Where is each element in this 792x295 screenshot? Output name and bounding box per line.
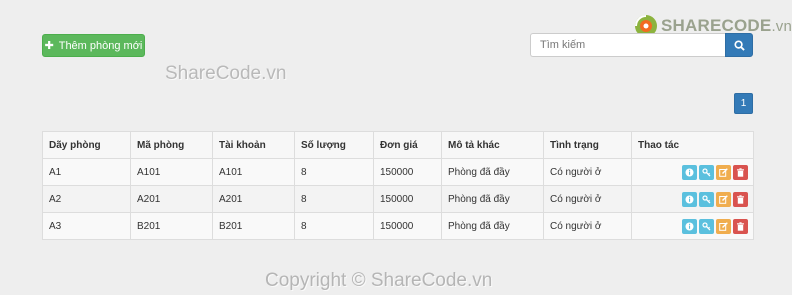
- cell-so-luong: 8: [294, 212, 374, 240]
- cell-mo-ta: Phòng đã đầy: [441, 185, 544, 213]
- cell-day-phong: A3: [42, 212, 131, 240]
- cell-day-phong: A2: [42, 185, 131, 213]
- table-row: A2 A201 A201 8 150000 Phòng đã đầy Có ng…: [42, 185, 754, 213]
- watermark: ShareCode.vn: [165, 63, 287, 84]
- edit-button[interactable]: [716, 191, 731, 207]
- info-button[interactable]: [682, 191, 697, 207]
- search-icon: [733, 39, 745, 51]
- header-thao-tac: Thao tác: [631, 131, 754, 159]
- key-icon: [702, 194, 711, 203]
- cell-actions: [631, 185, 754, 213]
- cell-actions: [631, 212, 754, 240]
- edit-icon: [719, 167, 728, 177]
- cell-ma-phong: B201: [130, 212, 213, 240]
- cell-so-luong: 8: [294, 185, 374, 213]
- cell-ma-phong: A101: [130, 158, 213, 186]
- edit-icon: [719, 194, 728, 204]
- footer-copyright: Copyright © ShareCode.vn: [265, 270, 493, 291]
- trash-icon: [737, 221, 744, 231]
- delete-button[interactable]: [733, 218, 748, 234]
- table-row: A3 B201 B201 8 150000 Phòng đã đầy Có ng…: [42, 212, 754, 240]
- info-button[interactable]: [682, 218, 697, 234]
- search-input[interactable]: [530, 33, 725, 57]
- edit-icon: [719, 221, 728, 231]
- cell-tinh-trang: Có người ở: [543, 185, 632, 213]
- key-icon: [702, 221, 711, 230]
- table-header-row: Dãy phòng Mã phòng Tài khoản Số lượng Đơ…: [42, 131, 754, 159]
- rooms-table: Dãy phòng Mã phòng Tài khoản Số lượng Đơ…: [42, 131, 754, 240]
- header-don-gia: Đơn giá: [373, 131, 442, 159]
- header-day-phong: Dãy phòng: [42, 131, 131, 159]
- add-room-button[interactable]: ✚ Thêm phòng mới: [42, 34, 145, 57]
- logo-suffix: .vn: [771, 18, 792, 35]
- cell-mo-ta: Phòng đã đầy: [441, 158, 544, 186]
- cell-ma-phong: A201: [130, 185, 213, 213]
- cell-mo-ta: Phòng đã đầy: [441, 212, 544, 240]
- plus-icon: ✚: [44, 40, 54, 52]
- key-button[interactable]: [699, 191, 714, 207]
- add-room-label: Thêm phòng mới: [58, 40, 143, 52]
- table-row: A1 A101 A101 8 150000 Phòng đã đầy Có ng…: [42, 158, 754, 186]
- header-so-luong: Số lượng: [294, 131, 374, 159]
- pagination-page-1[interactable]: 1: [734, 93, 753, 114]
- cell-tai-khoan: A101: [212, 158, 295, 186]
- header-tai-khoan: Tài khoản: [212, 131, 295, 159]
- trash-icon: [737, 167, 744, 177]
- delete-button[interactable]: [733, 164, 748, 180]
- cell-don-gia: 150000: [373, 158, 442, 186]
- edit-button[interactable]: [716, 218, 731, 234]
- cell-tinh-trang: Có người ở: [543, 158, 632, 186]
- key-icon: [702, 167, 711, 176]
- delete-button[interactable]: [733, 191, 748, 207]
- info-icon: [685, 168, 694, 176]
- info-icon: [685, 222, 694, 230]
- search-button[interactable]: [725, 33, 753, 57]
- key-button[interactable]: [699, 164, 714, 180]
- cell-tai-khoan: A201: [212, 185, 295, 213]
- header-mo-ta: Mô tả khác: [441, 131, 544, 159]
- header-ma-phong: Mã phòng: [130, 131, 213, 159]
- trash-icon: [737, 194, 744, 204]
- cell-tinh-trang: Có người ở: [543, 212, 632, 240]
- search-group: [530, 33, 753, 57]
- edit-button[interactable]: [716, 164, 731, 180]
- cell-tai-khoan: B201: [212, 212, 295, 240]
- cell-actions: [631, 158, 754, 186]
- key-button[interactable]: [699, 218, 714, 234]
- cell-so-luong: 8: [294, 158, 374, 186]
- cell-don-gia: 150000: [373, 185, 442, 213]
- header-tinh-trang: Tình trạng: [543, 131, 632, 159]
- info-button[interactable]: [682, 164, 697, 180]
- cell-don-gia: 150000: [373, 212, 442, 240]
- cell-day-phong: A1: [42, 158, 131, 186]
- info-icon: [685, 195, 694, 203]
